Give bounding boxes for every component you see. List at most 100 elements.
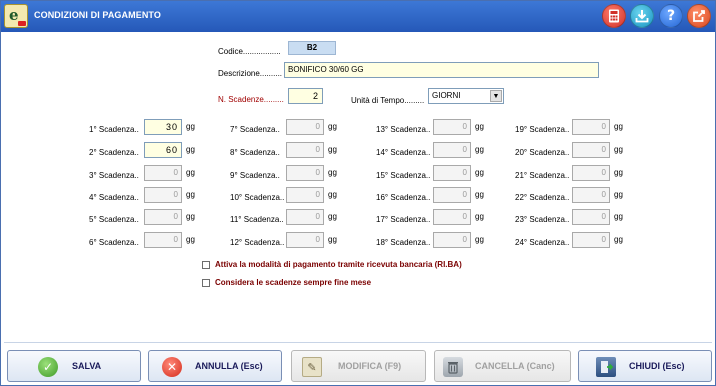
scadenza-field[interactable]: 0 bbox=[286, 165, 324, 181]
help-button[interactable]: ? bbox=[659, 4, 683, 28]
riba-checkbox[interactable] bbox=[202, 261, 210, 269]
scadenza-field[interactable]: 0 bbox=[572, 187, 610, 203]
modifica-button[interactable]: ✎ MODIFICA (F9) bbox=[291, 350, 426, 382]
scadenza-field[interactable]: 0 bbox=[572, 119, 610, 135]
cancella-label: CANCELLA (Canc) bbox=[475, 361, 555, 371]
scadenza-field[interactable]: 0 bbox=[433, 119, 471, 135]
scadenza-label: 23° Scadenza.. bbox=[515, 215, 570, 224]
scadenza-unit-label: gg bbox=[328, 122, 337, 131]
scadenza-unit-label: gg bbox=[186, 212, 195, 221]
exit-icon bbox=[693, 10, 705, 22]
codice-label: Codice................. bbox=[218, 47, 281, 56]
scadenza-unit-label: gg bbox=[328, 212, 337, 221]
descrizione-field[interactable]: BONIFICO 30/60 GG bbox=[284, 62, 599, 78]
scadenza-label: 10° Scadenza.. bbox=[230, 193, 285, 202]
scadenza-label: 8° Scadenza.. bbox=[230, 148, 280, 157]
scadenza-unit-label: gg bbox=[614, 212, 623, 221]
scadenza-label: 4° Scadenza.. bbox=[89, 193, 139, 202]
scadenza-unit-label: gg bbox=[186, 168, 195, 177]
scadenza-unit-label: gg bbox=[475, 212, 484, 221]
exit-door-icon bbox=[596, 357, 616, 377]
download-icon bbox=[635, 10, 649, 23]
payment-conditions-window: e CONDIZIONI DI PAGAMENTO ? Codice......… bbox=[0, 0, 716, 386]
scadenza-field[interactable]: 0 bbox=[286, 142, 324, 158]
scadenza-label: 12° Scadenza.. bbox=[230, 238, 285, 247]
scadenza-field[interactable]: 0 bbox=[433, 165, 471, 181]
scadenza-field[interactable]: 0 bbox=[572, 232, 610, 248]
scadenza-field[interactable]: 0 bbox=[433, 142, 471, 158]
scadenza-unit-label: gg bbox=[186, 122, 195, 131]
download-button[interactable] bbox=[630, 4, 654, 28]
scadenza-field[interactable]: 0 bbox=[572, 142, 610, 158]
edit-pencil-icon: ✎ bbox=[302, 357, 322, 377]
unita-tempo-label: Unità di Tempo......... bbox=[351, 96, 425, 105]
cancella-button[interactable]: CANCELLA (Canc) bbox=[434, 350, 571, 382]
scadenza-field[interactable]: 60 bbox=[144, 142, 182, 158]
title-bar: e CONDIZIONI DI PAGAMENTO ? bbox=[1, 1, 715, 32]
scadenza-field[interactable]: 0 bbox=[144, 232, 182, 248]
scadenza-unit-label: gg bbox=[328, 145, 337, 154]
scadenza-unit-label: gg bbox=[186, 190, 195, 199]
scadenza-field[interactable]: 0 bbox=[286, 119, 324, 135]
scadenza-label: 19° Scadenza.. bbox=[515, 125, 570, 134]
chevron-down-icon[interactable]: ▼ bbox=[490, 90, 502, 102]
modifica-label: MODIFICA (F9) bbox=[338, 361, 402, 371]
annulla-button[interactable]: ✕ ANNULLA (Esc) bbox=[148, 350, 282, 382]
trash-icon bbox=[443, 357, 463, 377]
fine-mese-checkbox-label: Considera le scadenze sempre fine mese bbox=[215, 278, 372, 287]
scadenza-field[interactable]: 30 bbox=[144, 119, 182, 135]
scadenza-label: 13° Scadenza.. bbox=[376, 125, 431, 134]
scadenza-unit-label: gg bbox=[328, 235, 337, 244]
scadenza-unit-label: gg bbox=[614, 145, 623, 154]
scadenza-unit-label: gg bbox=[614, 235, 623, 244]
riba-checkbox-label: Attiva la modalità di pagamento tramite … bbox=[215, 260, 462, 269]
scadenza-field[interactable]: 0 bbox=[144, 209, 182, 225]
descrizione-label: Descrizione.......... bbox=[218, 69, 283, 78]
scadenza-label: 16° Scadenza.. bbox=[376, 193, 431, 202]
scadenza-label: 5° Scadenza.. bbox=[89, 215, 139, 224]
app-logo: e bbox=[4, 4, 28, 28]
cancel-x-icon: ✕ bbox=[162, 357, 182, 377]
scadenza-unit-label: gg bbox=[328, 190, 337, 199]
scadenza-field[interactable]: 0 bbox=[433, 209, 471, 225]
scadenza-label: 9° Scadenza.. bbox=[230, 171, 280, 180]
scadenza-label: 21° Scadenza.. bbox=[515, 171, 570, 180]
codice-field[interactable]: B2 bbox=[288, 41, 336, 55]
scadenza-label: 15° Scadenza.. bbox=[376, 171, 431, 180]
salva-label: SALVA bbox=[72, 361, 102, 371]
scadenza-unit-label: gg bbox=[475, 122, 484, 131]
unita-tempo-select[interactable]: GIORNI ▼ bbox=[428, 88, 504, 104]
scadenza-field[interactable]: 0 bbox=[286, 187, 324, 203]
scadenza-label: 1° Scadenza.. bbox=[89, 125, 139, 134]
scadenza-unit-label: gg bbox=[475, 190, 484, 199]
chiudi-button[interactable]: CHIUDI (Esc) bbox=[578, 350, 712, 382]
salva-button[interactable]: ✓ SALVA bbox=[7, 350, 141, 382]
scadenza-unit-label: gg bbox=[475, 145, 484, 154]
scadenza-field[interactable]: 0 bbox=[286, 209, 324, 225]
scadenza-label: 2° Scadenza.. bbox=[89, 148, 139, 157]
scadenza-field[interactable]: 0 bbox=[433, 232, 471, 248]
scadenza-unit-label: gg bbox=[475, 235, 484, 244]
scadenza-field[interactable]: 0 bbox=[572, 165, 610, 181]
scadenza-label: 24° Scadenza.. bbox=[515, 238, 570, 247]
scadenza-unit-label: gg bbox=[186, 145, 195, 154]
scadenza-field[interactable]: 0 bbox=[433, 187, 471, 203]
scadenza-label: 11° Scadenza.. bbox=[230, 215, 284, 224]
scadenza-label: 22° Scadenza.. bbox=[515, 193, 570, 202]
scadenza-field[interactable]: 0 bbox=[286, 232, 324, 248]
calculator-button[interactable] bbox=[602, 4, 626, 28]
help-icon: ? bbox=[666, 8, 676, 24]
n-scadenze-field[interactable]: 2 bbox=[288, 88, 323, 104]
unita-tempo-value: GIORNI bbox=[432, 91, 461, 100]
scadenza-field[interactable]: 0 bbox=[144, 187, 182, 203]
scadenza-unit-label: gg bbox=[475, 168, 484, 177]
scadenza-field[interactable]: 0 bbox=[144, 165, 182, 181]
fine-mese-checkbox[interactable] bbox=[202, 279, 210, 287]
scadenza-label: 18° Scadenza.. bbox=[376, 238, 431, 247]
calculator-icon bbox=[609, 9, 619, 23]
scadenza-field[interactable]: 0 bbox=[572, 209, 610, 225]
footer-divider bbox=[4, 342, 712, 343]
exit-app-button[interactable] bbox=[687, 4, 711, 28]
scadenza-label: 3° Scadenza.. bbox=[89, 171, 139, 180]
checkmark-icon: ✓ bbox=[38, 357, 58, 377]
